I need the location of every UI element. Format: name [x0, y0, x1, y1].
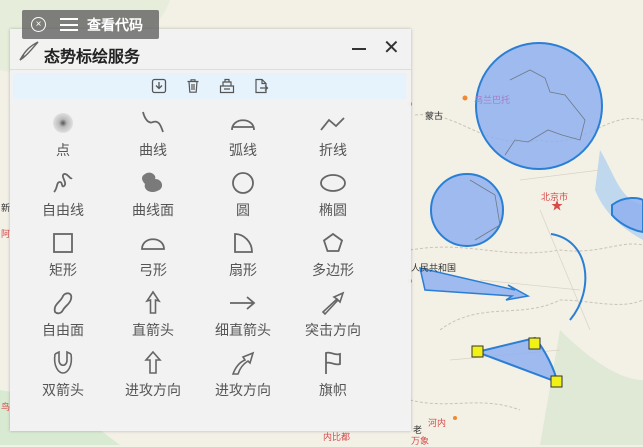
tool-label: 曲线面: [132, 202, 174, 218]
close-button[interactable]: ✕: [383, 38, 400, 58]
straight-arrow-icon: [133, 289, 173, 317]
drawn-circle-large: [475, 42, 603, 170]
curve-icon: [133, 109, 173, 137]
tool-polygon[interactable]: 多边形: [288, 229, 378, 289]
tool-curve-polygon[interactable]: 曲线面: [108, 169, 198, 229]
tool-straight-arrow[interactable]: 直箭头: [108, 289, 198, 349]
tool-arc[interactable]: 弧线: [198, 109, 288, 169]
freeline-icon: [43, 169, 83, 197]
tool-label: 多边形: [312, 262, 354, 278]
tool-label: 圆: [236, 202, 250, 218]
import-icon[interactable]: [150, 77, 168, 95]
attack-direction-icon: [133, 349, 173, 377]
export-icon[interactable]: [252, 77, 270, 95]
trash-icon[interactable]: [184, 77, 202, 95]
hamburger-icon: [60, 18, 78, 31]
tool-assault-direction[interactable]: 突击方向: [288, 289, 378, 349]
tool-label: 自由线: [42, 202, 84, 218]
tool-point[interactable]: 点: [18, 109, 108, 169]
plot-service-panel: 态势标绘服务 ✕ 点 曲线 弧线 折线 自由线 曲线面 圆 椭圆 矩形 弓形 扇…: [10, 29, 411, 431]
map-label-edge-1: 新: [1, 203, 11, 213]
tool-label: 折线: [319, 142, 347, 158]
minimize-button[interactable]: [352, 48, 366, 50]
capital-marker: [462, 95, 468, 101]
map-label-naypyidaw: 内比都: [323, 432, 351, 442]
polyline-icon: [313, 109, 353, 137]
tool-label: 突击方向: [305, 322, 361, 338]
curve-polygon-icon: [133, 169, 173, 197]
map-label-edge-2: 阿: [1, 229, 11, 239]
tool-free-polygon[interactable]: 自由面: [18, 289, 108, 349]
tool-polyline[interactable]: 折线: [288, 109, 378, 169]
tool-attack-direction[interactable]: 进攻方向: [108, 349, 198, 409]
map-label-ulaanbaatar: 乌兰巴托: [474, 95, 511, 105]
flag-icon: [313, 349, 353, 377]
panel-title: 态势标绘服务: [44, 49, 141, 66]
assault-direction-icon: [313, 289, 353, 317]
tool-label: 曲线: [139, 142, 167, 158]
tool-label: 扇形: [229, 262, 257, 278]
tool-label: 双箭头: [42, 382, 84, 398]
tool-label: 细直箭头: [215, 322, 271, 338]
circle-icon: [223, 169, 263, 197]
tool-label: 弧线: [229, 142, 257, 158]
panel-toolbar: [13, 73, 406, 99]
view-code-label: 查看代码: [87, 16, 143, 33]
tool-sector[interactable]: 扇形: [198, 229, 288, 289]
view-code-button[interactable]: × 查看代码: [22, 10, 159, 39]
edit-handle: [550, 375, 563, 388]
tool-label: 矩形: [49, 262, 77, 278]
save-icon[interactable]: [218, 77, 236, 95]
map-label-mongolia: 蒙古: [425, 111, 444, 121]
tool-rectangle[interactable]: 矩形: [18, 229, 108, 289]
bow-icon: [133, 229, 173, 257]
tool-label: 椭圆: [319, 202, 347, 218]
double-arrow-icon: [43, 349, 83, 377]
tool-label: 自由面: [42, 322, 84, 338]
tool-grid: 点 曲线 弧线 折线 自由线 曲线面 圆 椭圆 矩形 弓形 扇形 多边形 自由面…: [18, 109, 378, 409]
polygon-icon: [313, 229, 353, 257]
map-label-edge-3: 鸟: [1, 402, 11, 412]
brush-logo-icon: [19, 41, 39, 61]
tool-attack-direction-tail[interactable]: 进攻方向: [198, 349, 288, 409]
tool-label: 进攻方向: [215, 382, 271, 398]
tool-thin-arrow[interactable]: 细直箭头: [198, 289, 288, 349]
ellipse-icon: [313, 169, 353, 197]
tool-double-arrow[interactable]: 双箭头: [18, 349, 108, 409]
tool-bow[interactable]: 弓形: [108, 229, 198, 289]
thin-arrow-icon: [223, 289, 263, 317]
drawn-circle-small: [430, 173, 504, 247]
tool-label: 旗帜: [319, 382, 347, 398]
edit-handle: [471, 345, 484, 358]
close-circle-icon[interactable]: ×: [31, 17, 46, 32]
tool-curve[interactable]: 曲线: [108, 109, 198, 169]
tool-ellipse[interactable]: 椭圆: [288, 169, 378, 229]
map-label-prc: 人民共和国: [411, 263, 457, 273]
tool-label: 直箭头: [132, 322, 174, 338]
free-polygon-icon: [43, 289, 83, 317]
tool-label: 弓形: [139, 262, 167, 278]
tool-circle[interactable]: 圆: [198, 169, 288, 229]
map-label-beijing: 北京市: [541, 192, 569, 202]
tool-label: 进攻方向: [125, 382, 181, 398]
edit-handle: [528, 337, 541, 350]
tool-freeline[interactable]: 自由线: [18, 169, 108, 229]
map-label-hanoi: 河内: [428, 418, 447, 428]
tool-flag[interactable]: 旗帜: [288, 349, 378, 409]
map-label-vientiane: 万象: [411, 436, 430, 446]
rectangle-icon: [43, 229, 83, 257]
tool-label: 点: [56, 142, 70, 158]
point-icon: [43, 109, 83, 137]
sector-icon: [223, 229, 263, 257]
attack-direction-tail-icon: [223, 349, 263, 377]
arc-icon: [223, 109, 263, 137]
